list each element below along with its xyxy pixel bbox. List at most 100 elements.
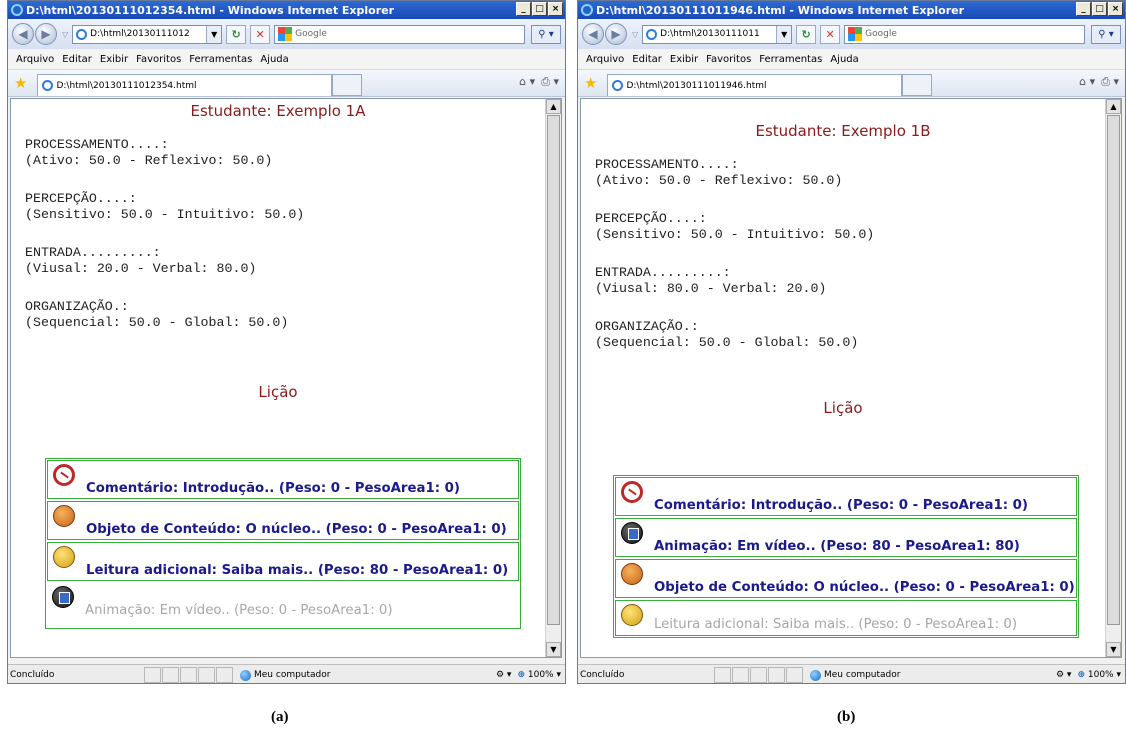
minimize-button[interactable]: _ — [516, 2, 531, 16]
menu-ferramentas[interactable]: Ferramentas — [189, 54, 252, 65]
scroll-down-button[interactable]: ▼ — [1106, 642, 1121, 657]
dimension-percepcao: PERCEPÇÃO....: (Sensitivo: 50.0 - Intuiti… — [595, 211, 875, 242]
maximize-button[interactable]: □ — [532, 2, 547, 16]
stop-button[interactable]: ✕ — [250, 24, 271, 44]
scroll-down-button[interactable]: ▼ — [546, 642, 561, 657]
title-bar: D:\html\20130111011946.html - Windows In… — [578, 1, 1125, 19]
lesson-item[interactable]: Objeto de Conteúdo: O núcleo.. (Peso: 0 … — [47, 501, 519, 540]
security-zone: Meu computador — [810, 669, 905, 681]
address-bar-row: ◀ ▶ ▽ D:\html\20130111011 ▼ ↻ ✕ Google ⚲… — [578, 19, 1125, 49]
print-icon[interactable]: ⎙ ▾ — [1101, 75, 1119, 89]
vertical-scrollbar[interactable]: ▲ ▼ — [1105, 99, 1121, 657]
reading-icon — [53, 546, 75, 568]
search-field[interactable]: Google — [844, 24, 1085, 44]
status-text: Concluído — [10, 670, 55, 680]
menu-exibir[interactable]: Exibir — [670, 54, 698, 65]
window-title: D:\html\20130111011946.html - Windows In… — [596, 3, 965, 17]
minimize-button[interactable]: _ — [1076, 2, 1091, 16]
caption-a: (a) — [271, 709, 289, 725]
search-placeholder: Google — [865, 29, 897, 39]
refresh-button[interactable]: ↻ — [796, 24, 817, 44]
status-bar: Concluído Meu computador ⚙ ▾ ⊕ 100% ▾ — [8, 664, 565, 683]
security-zone: Meu computador — [240, 669, 335, 681]
favorites-bar: ★ D:\html\20130111011946.html ⌂ ▾ ⎙ ▾ — [578, 70, 1125, 97]
favorites-star-icon[interactable]: ★ — [14, 74, 27, 92]
lesson-link[interactable]: Animação: Em vídeo.. (Peso: 80 - PesoAre… — [654, 539, 1020, 554]
tab-current[interactable]: D:\html\20130111011946.html — [607, 74, 903, 96]
menu-ajuda[interactable]: Ajuda — [830, 54, 858, 65]
scroll-up-button[interactable]: ▲ — [546, 99, 561, 114]
lesson-item[interactable]: Animação: Em vídeo.. (Peso: 80 - PesoAre… — [615, 518, 1077, 557]
favorites-star-icon[interactable]: ★ — [584, 74, 597, 92]
title-bar: D:\html\20130111012354.html - Windows In… — [8, 1, 565, 19]
back-button[interactable]: ◀ — [582, 23, 604, 45]
status-bar: Concluído Meu computador ⚙ ▾ ⊕ 100% ▾ — [578, 664, 1125, 683]
menu-ajuda[interactable]: Ajuda — [260, 54, 288, 65]
learning-style-dimensions: PROCESSAMENTO....: (Ativo: 50.0 - Reflexi… — [595, 157, 874, 373]
menu-arquivo[interactable]: Arquivo — [586, 54, 624, 65]
tab-current[interactable]: D:\html\20130111012354.html — [37, 74, 333, 96]
scroll-up-button[interactable]: ▲ — [1106, 99, 1121, 114]
address-text[interactable]: D:\html\20130111012 — [90, 29, 206, 39]
menu-exibir[interactable]: Exibir — [100, 54, 128, 65]
menu-arquivo[interactable]: Arquivo — [16, 54, 54, 65]
content-object-icon — [621, 563, 643, 585]
menu-bar: Arquivo Editar Exibir Favoritos Ferramen… — [8, 49, 565, 70]
address-field[interactable]: D:\html\20130111012 ▼ — [72, 24, 223, 44]
home-icon[interactable]: ⌂ ▾ — [519, 75, 535, 89]
menu-favoritos[interactable]: Favoritos — [706, 54, 751, 65]
lesson-link[interactable]: Objeto de Conteúdo: O núcleo.. (Peso: 0 … — [654, 580, 1075, 595]
address-text[interactable]: D:\html\20130111011 — [660, 29, 776, 39]
home-icon[interactable]: ⌂ ▾ — [1079, 75, 1095, 89]
scroll-thumb[interactable] — [1107, 115, 1120, 625]
scroll-thumb[interactable] — [547, 115, 560, 625]
zoom-control[interactable]: ⊕ 100% ▾ — [1077, 670, 1121, 680]
lesson-link[interactable]: Leitura adicional: Saiba mais.. (Peso: 8… — [86, 563, 508, 578]
history-dropdown-icon[interactable]: ▽ — [632, 30, 638, 39]
back-button[interactable]: ◀ — [12, 23, 34, 45]
ie-logo-icon — [11, 4, 23, 16]
lesson-link[interactable]: Objeto de Conteúdo: O núcleo.. (Peso: 0 … — [86, 522, 507, 537]
tab-title: D:\html\20130111011946.html — [626, 80, 767, 91]
lesson-item[interactable]: Comentário: Introdução.. (Peso: 0 - Peso… — [47, 460, 519, 499]
maximize-button[interactable]: □ — [1092, 2, 1107, 16]
lesson-link-disabled: Leitura adicional: Saiba mais.. (Peso: 0… — [654, 617, 1018, 632]
forward-button[interactable]: ▶ — [35, 23, 57, 45]
lesson-link[interactable]: Comentário: Introdução.. (Peso: 0 - Peso… — [86, 481, 460, 496]
dimension-organizacao: ORGANIZAÇÃO.: (Sequencial: 50.0 - Global:… — [595, 319, 859, 350]
search-button[interactable]: ⚲ ▾ — [1091, 25, 1121, 44]
protected-mode-icon[interactable]: ⚙ ▾ — [496, 670, 511, 680]
address-field[interactable]: D:\html\20130111011 ▼ — [642, 24, 793, 44]
lesson-item: Leitura adicional: Saiba mais.. (Peso: 0… — [615, 600, 1077, 636]
menu-editar[interactable]: Editar — [62, 54, 92, 65]
learning-style-dimensions: PROCESSAMENTO....: (Ativo: 50.0 - Reflexi… — [25, 137, 304, 353]
menu-favoritos[interactable]: Favoritos — [136, 54, 181, 65]
lesson-item[interactable]: Leitura adicional: Saiba mais.. (Peso: 8… — [47, 542, 519, 581]
protected-mode-icon[interactable]: ⚙ ▾ — [1056, 670, 1071, 680]
forward-button[interactable]: ▶ — [605, 23, 627, 45]
tab-page-icon — [42, 80, 54, 91]
lesson-item[interactable]: Comentário: Introdução.. (Peso: 0 - Peso… — [615, 477, 1077, 516]
close-button[interactable]: × — [548, 2, 563, 16]
refresh-button[interactable]: ↻ — [226, 24, 247, 44]
browser-window-b: D:\html\20130111011946.html - Windows In… — [577, 0, 1126, 684]
history-dropdown-icon[interactable]: ▽ — [62, 30, 68, 39]
page-icon — [646, 28, 658, 40]
tab-page-icon — [612, 80, 624, 91]
video-icon — [52, 586, 74, 608]
stop-button[interactable]: ✕ — [820, 24, 841, 44]
lesson-item[interactable]: Objeto de Conteúdo: O núcleo.. (Peso: 0 … — [615, 559, 1077, 598]
address-dropdown-icon[interactable]: ▼ — [776, 25, 792, 43]
new-tab-button[interactable] — [332, 74, 363, 96]
zoom-control[interactable]: ⊕ 100% ▾ — [517, 670, 561, 680]
lesson-link[interactable]: Comentário: Introdução.. (Peso: 0 - Peso… — [654, 498, 1028, 513]
menu-editar[interactable]: Editar — [632, 54, 662, 65]
address-dropdown-icon[interactable]: ▼ — [206, 25, 222, 43]
search-button[interactable]: ⚲ ▾ — [531, 25, 561, 44]
menu-ferramentas[interactable]: Ferramentas — [759, 54, 822, 65]
print-icon[interactable]: ⎙ ▾ — [541, 75, 559, 89]
new-tab-button[interactable] — [902, 74, 933, 96]
close-button[interactable]: × — [1108, 2, 1123, 16]
search-field[interactable]: Google — [274, 24, 525, 44]
vertical-scrollbar[interactable]: ▲ ▼ — [545, 99, 561, 657]
